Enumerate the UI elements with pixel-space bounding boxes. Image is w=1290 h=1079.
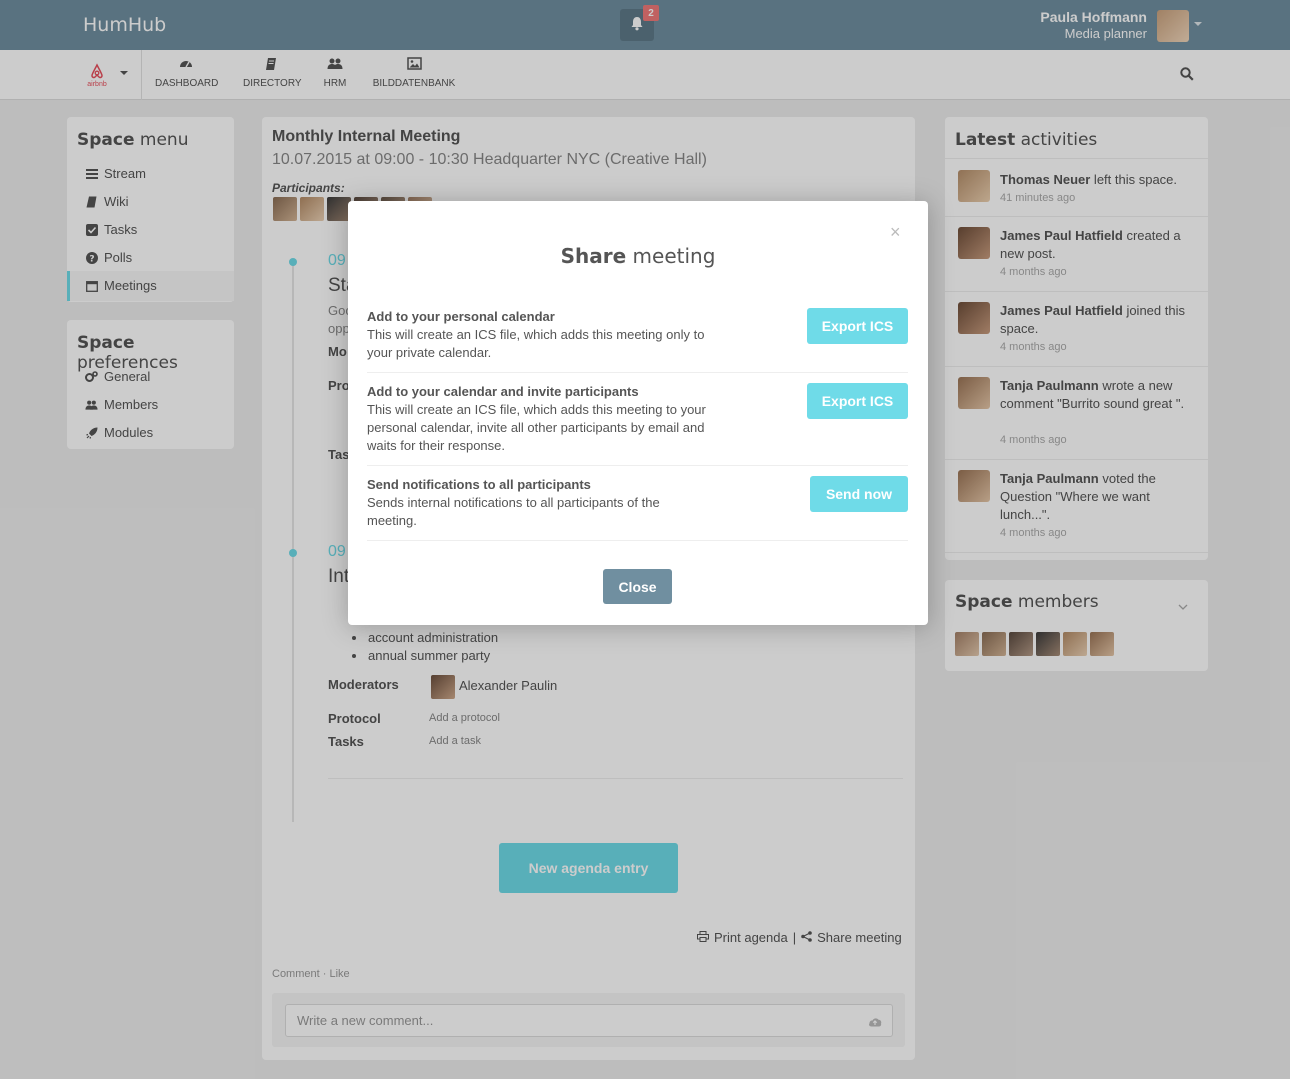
divider (367, 540, 908, 541)
export-ics-invite-button[interactable]: Export ICS (807, 383, 908, 419)
option-description: This will create an ICS file, which adds… (367, 327, 705, 360)
option-description: Sends internal notifications to all part… (367, 495, 660, 528)
option-title: Send notifications to all participants (367, 477, 591, 492)
close-icon[interactable]: × (890, 223, 901, 241)
modal-title: Share meeting (560, 244, 716, 268)
close-button[interactable]: Close (603, 569, 672, 604)
divider (367, 465, 908, 466)
send-now-button[interactable]: Send now (810, 476, 908, 512)
option-description: This will create an ICS file, which adds… (367, 402, 706, 453)
option-title: Add to your calendar and invite particip… (367, 384, 639, 399)
divider (367, 372, 908, 373)
export-ics-personal-button[interactable]: Export ICS (807, 308, 908, 344)
share-meeting-modal: × Share meeting Add to your personal cal… (348, 201, 928, 625)
option-title: Add to your personal calendar (367, 309, 555, 324)
